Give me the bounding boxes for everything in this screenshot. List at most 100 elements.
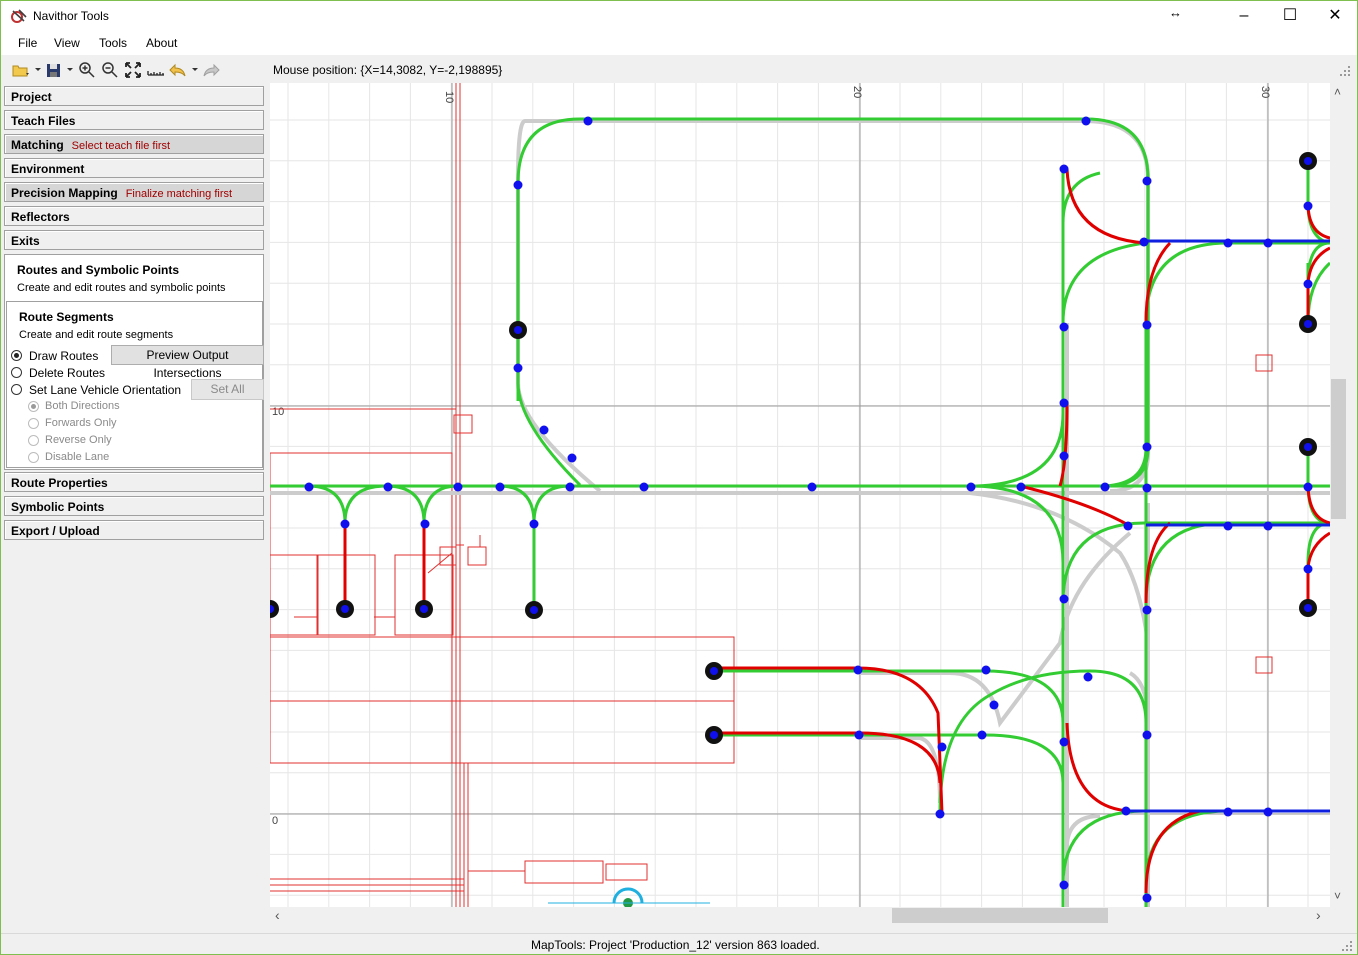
route-node[interactable] (1263, 807, 1273, 817)
route-node[interactable] (529, 519, 539, 529)
route-node[interactable] (1059, 451, 1069, 461)
station-node[interactable] (341, 605, 349, 613)
menu-tools[interactable]: Tools (99, 36, 127, 50)
route-node[interactable] (513, 180, 523, 190)
station-node[interactable] (514, 326, 522, 334)
route-node[interactable] (977, 730, 987, 740)
minimize-button[interactable]: – (1221, 1, 1267, 31)
route-node[interactable] (1142, 483, 1152, 493)
route-node[interactable] (495, 482, 505, 492)
route-node[interactable] (1223, 238, 1233, 248)
route-node[interactable] (854, 730, 864, 740)
delete-routes-label[interactable]: Delete Routes (29, 366, 105, 380)
route-node[interactable] (565, 482, 575, 492)
route-node[interactable] (1142, 176, 1152, 186)
scroll-right-icon[interactable]: › (1316, 907, 1321, 923)
route-node[interactable] (937, 742, 947, 752)
undo-dropdown-icon[interactable] (190, 61, 200, 79)
route-node[interactable] (1142, 442, 1152, 452)
zoom-in-icon[interactable] (78, 61, 96, 79)
route-node[interactable] (1263, 521, 1273, 531)
section-route-properties[interactable]: Route Properties (4, 472, 264, 492)
horizontal-scroll-thumb[interactable] (892, 908, 1108, 923)
route-node[interactable] (1142, 730, 1152, 740)
route-node[interactable] (1139, 237, 1149, 247)
save-dropdown-icon[interactable] (65, 61, 75, 79)
scroll-up-icon[interactable]: ˄ (1334, 85, 1341, 99)
route-node[interactable] (1223, 807, 1233, 817)
horizontal-scrollbar[interactable]: ‹ › (270, 907, 1330, 924)
route-node[interactable] (304, 482, 314, 492)
panel-grip-icon[interactable] (1339, 65, 1351, 77)
route-node[interactable] (1303, 279, 1313, 289)
set-lane-orientation-radio[interactable] (11, 384, 22, 395)
forwards-only-label[interactable]: Forwards Only (45, 417, 117, 429)
route-node[interactable] (853, 665, 863, 675)
disable-lane-radio[interactable] (28, 452, 39, 463)
station-node[interactable] (420, 605, 428, 613)
route-node[interactable] (966, 482, 976, 492)
route-node[interactable] (340, 519, 350, 529)
disable-lane-label[interactable]: Disable Lane (45, 451, 109, 463)
section-exits[interactable]: Exits (4, 230, 264, 250)
station-node[interactable] (1304, 320, 1312, 328)
route-node[interactable] (935, 809, 945, 819)
draw-routes-radio[interactable] (11, 350, 22, 361)
scroll-left-icon[interactable]: ‹ (275, 907, 280, 923)
both-directions-radio[interactable] (28, 401, 39, 412)
reverse-only-radio[interactable] (28, 435, 39, 446)
route-node[interactable] (1142, 320, 1152, 330)
route-node[interactable] (639, 482, 649, 492)
route-node[interactable] (420, 519, 430, 529)
route-node[interactable] (1303, 201, 1313, 211)
save-icon[interactable] (45, 61, 63, 79)
station-node[interactable] (1304, 157, 1312, 165)
measure-ruler-icon[interactable] (147, 61, 165, 79)
route-node[interactable] (1121, 806, 1131, 816)
vehicle-marker[interactable] (548, 887, 710, 907)
menu-file[interactable]: File (18, 36, 37, 50)
route-node[interactable] (1059, 398, 1069, 408)
route-node[interactable] (1223, 521, 1233, 531)
section-symbolic-points[interactable]: Symbolic Points (4, 496, 264, 516)
route-node[interactable] (583, 116, 593, 126)
undo-icon[interactable] (169, 61, 187, 79)
menu-about[interactable]: About (146, 36, 177, 50)
both-directions-label[interactable]: Both Directions (45, 400, 120, 412)
route-node[interactable] (453, 482, 463, 492)
set-lane-orientation-label[interactable]: Set Lane Vehicle Orientation (29, 383, 181, 397)
section-matching[interactable]: Matching Select teach file first (4, 134, 264, 154)
route-node[interactable] (513, 363, 523, 373)
route-node[interactable] (1016, 482, 1026, 492)
set-all-button[interactable]: Set All (191, 379, 264, 400)
open-folder-icon[interactable] (11, 61, 29, 79)
route-node[interactable] (1083, 672, 1093, 682)
station-node[interactable] (1304, 443, 1312, 451)
section-teach-files[interactable]: Teach Files (4, 110, 264, 130)
menu-view[interactable]: View (54, 36, 80, 50)
section-export-upload[interactable]: Export / Upload (4, 520, 264, 540)
window-resize-grip-icon[interactable] (1341, 940, 1353, 952)
station-node[interactable] (710, 731, 718, 739)
station-node[interactable] (530, 606, 538, 614)
route-node[interactable] (981, 665, 991, 675)
section-precision-mapping[interactable]: Precision Mapping Finalize matching first (4, 182, 264, 202)
fit-to-screen-icon[interactable] (124, 61, 142, 79)
map-drawing[interactable]: 10 20 30 10 0 (270, 83, 1330, 907)
route-node[interactable] (989, 700, 999, 710)
section-reflectors[interactable]: Reflectors (4, 206, 264, 226)
reverse-only-label[interactable]: Reverse Only (45, 434, 112, 446)
route-node[interactable] (1303, 564, 1313, 574)
open-dropdown-icon[interactable] (33, 61, 43, 79)
route-node[interactable] (1059, 880, 1069, 890)
maximize-button[interactable]: ☐ (1267, 1, 1313, 31)
vertical-scrollbar[interactable]: ˄ ˅ (1330, 83, 1347, 907)
preview-output-intersections-button[interactable]: Preview Output Intersections (111, 345, 264, 380)
scroll-down-icon[interactable]: ˅ (1334, 889, 1341, 903)
route-node[interactable] (1081, 116, 1091, 126)
route-node[interactable] (1263, 238, 1273, 248)
zoom-out-icon[interactable] (101, 61, 119, 79)
station-node[interactable] (1304, 604, 1312, 612)
close-button[interactable]: ✕ (1312, 1, 1357, 31)
forwards-only-radio[interactable] (28, 418, 39, 429)
